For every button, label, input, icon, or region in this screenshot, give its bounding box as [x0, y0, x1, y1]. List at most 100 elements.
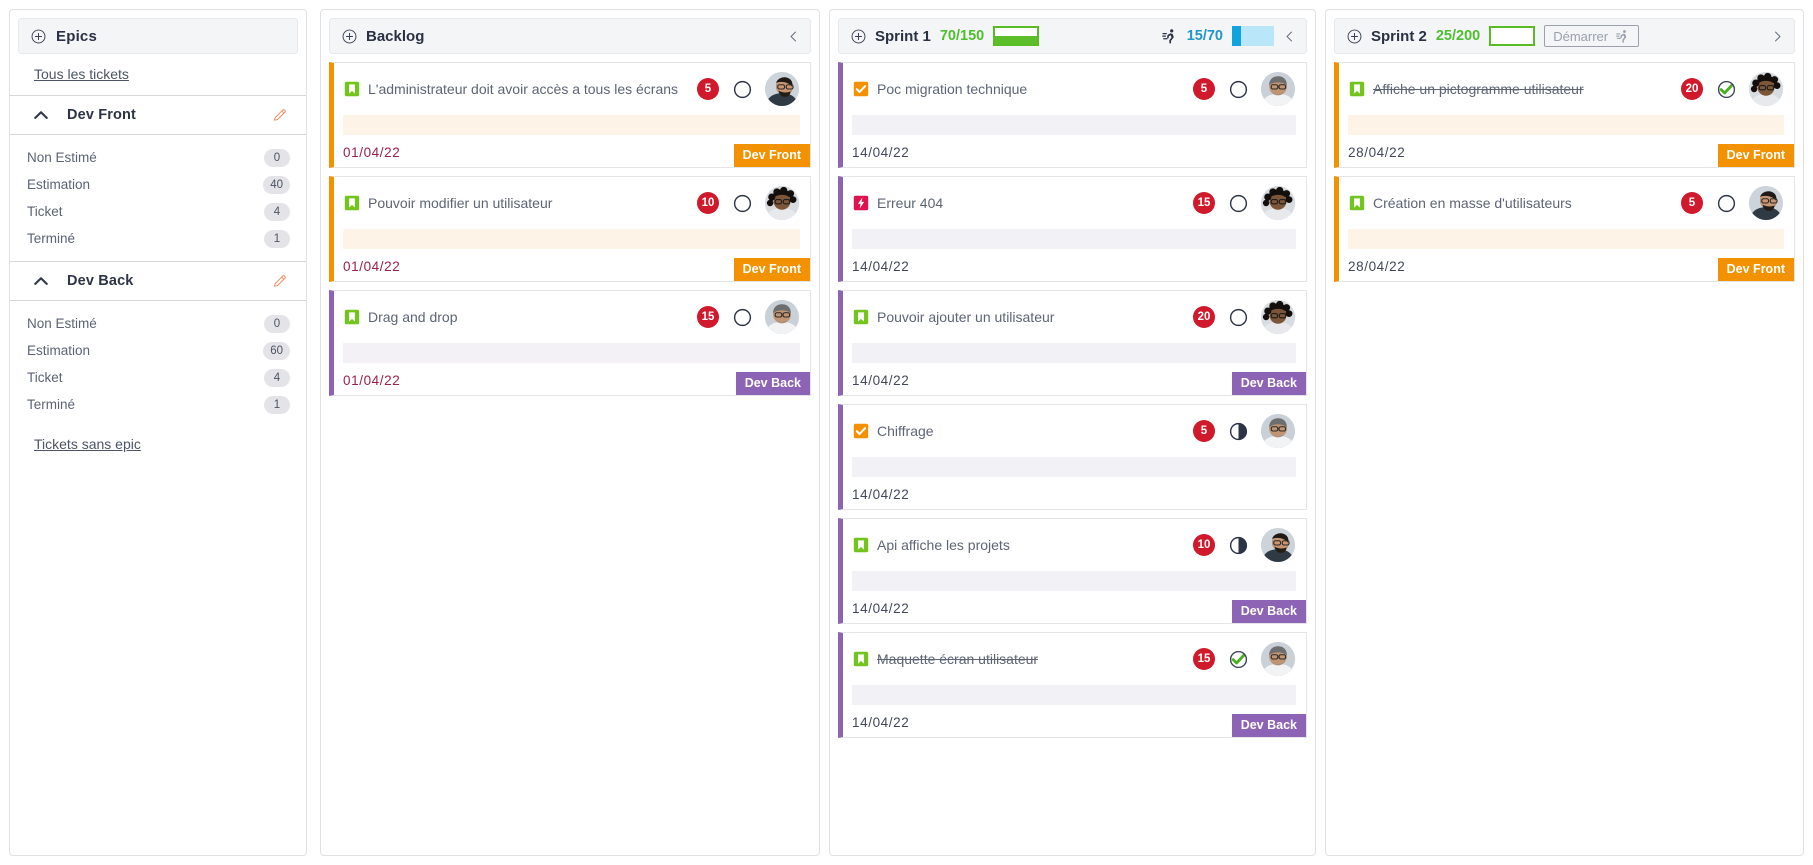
- circle-empty-icon[interactable]: [733, 80, 752, 99]
- ticket-progress-band: [852, 685, 1296, 705]
- column-sprint1: Sprint 1 70/150 15/70 Poc migration techn…: [829, 9, 1316, 856]
- epic-stat-row: Non Estimé 0: [10, 144, 306, 171]
- ticket-card[interactable]: Erreur 404 15 14/04/22: [838, 176, 1307, 282]
- avatar[interactable]: [1261, 186, 1295, 220]
- chevron-up-icon[interactable]: [32, 272, 50, 290]
- epic-header-dev-back[interactable]: Dev Back: [10, 262, 306, 300]
- ticket-card[interactable]: Chiffrage 5 14/04/22: [838, 404, 1307, 510]
- avatar[interactable]: [1261, 642, 1295, 676]
- circle-empty-icon[interactable]: [733, 308, 752, 327]
- chevron-left-icon[interactable]: [787, 30, 800, 43]
- estimate-badge[interactable]: 20: [1681, 78, 1703, 100]
- ticket-card[interactable]: Création en masse d'utilisateurs 5 28/04…: [1334, 176, 1795, 282]
- column-body[interactable]: L'administrateur doit avoir accès a tous…: [321, 54, 819, 855]
- all-tickets-link[interactable]: Tous les tickets: [34, 66, 129, 82]
- avatar[interactable]: [765, 300, 799, 334]
- estimate-badge[interactable]: 10: [1193, 534, 1215, 556]
- ticket-card[interactable]: Drag and drop 15 01/04/22 Dev Back: [329, 290, 811, 396]
- estimate-badge[interactable]: 15: [697, 306, 719, 328]
- ticket-progress-band: [1348, 229, 1784, 249]
- epic-tag[interactable]: Dev Back: [735, 372, 810, 395]
- ticket-title: Drag and drop: [368, 309, 458, 325]
- plus-circle-icon[interactable]: [851, 29, 866, 44]
- epic-tag[interactable]: Dev Front: [1717, 258, 1794, 281]
- epic-stat-row: Ticket 4: [10, 364, 306, 391]
- circle-empty-icon[interactable]: [1229, 308, 1248, 327]
- ticket-card[interactable]: L'administrateur doit avoir accès a tous…: [329, 62, 811, 168]
- circle-empty-icon[interactable]: [733, 194, 752, 213]
- avatar[interactable]: [765, 72, 799, 106]
- ticket-card[interactable]: Pouvoir ajouter un utilisateur 20 14/04/…: [838, 290, 1307, 396]
- plus-circle-icon[interactable]: [1347, 29, 1362, 44]
- estimate-badge[interactable]: 15: [1193, 648, 1215, 670]
- estimate-badge[interactable]: 10: [697, 192, 719, 214]
- epic-stat-row: Non Estimé 0: [10, 310, 306, 337]
- pencil-icon[interactable]: [272, 107, 288, 123]
- epic-header-dev-front[interactable]: Dev Front: [10, 96, 306, 134]
- start-sprint-button[interactable]: Démarrer: [1544, 25, 1640, 47]
- pencil-icon[interactable]: [272, 273, 288, 289]
- ticket-card[interactable]: Pouvoir modifier un utilisateur 10 01/04…: [329, 176, 811, 282]
- estimate-badge[interactable]: 5: [1193, 420, 1215, 442]
- ticket-card[interactable]: Affiche un pictogramme utilisateur 20 28…: [1334, 62, 1795, 168]
- epic-group: Dev Back Non Estimé 0 Estimation 60 Tick…: [10, 261, 306, 427]
- plus-circle-icon[interactable]: [342, 29, 357, 44]
- circle-empty-icon[interactable]: [1229, 80, 1248, 99]
- epic-stat-label: Estimation: [27, 343, 91, 358]
- ticket-date: 28/04/22: [1348, 145, 1406, 160]
- avatar[interactable]: [1749, 186, 1783, 220]
- epic-stat-label: Ticket: [27, 204, 63, 219]
- estimate-badge[interactable]: 15: [1193, 192, 1215, 214]
- epic-tag[interactable]: Dev Front: [733, 144, 810, 167]
- story-bookmark-icon: [344, 195, 360, 211]
- epic-stat-row: Estimation 60: [10, 337, 306, 364]
- epic-stat-value: 4: [264, 368, 290, 387]
- circle-empty-icon[interactable]: [1229, 194, 1248, 213]
- circle-check-icon[interactable]: [1717, 80, 1736, 99]
- epic-list: Dev Front Non Estimé 0 Estimation 4 0 Tic…: [10, 95, 306, 427]
- circle-check-icon[interactable]: [1229, 650, 1248, 669]
- avatar[interactable]: [1261, 300, 1295, 334]
- estimate-badge[interactable]: 5: [1193, 78, 1215, 100]
- card-list: L'administrateur doit avoir accès a tous…: [321, 62, 819, 404]
- ticket-title: Erreur 404: [877, 195, 944, 211]
- chevron-up-icon[interactable]: [32, 106, 50, 124]
- ticket-progress-band: [1348, 115, 1784, 135]
- ticket-date: 01/04/22: [343, 373, 401, 388]
- column-body[interactable]: Affiche un pictogramme utilisateur 20 28…: [1326, 54, 1803, 855]
- epic-tag[interactable]: Dev Front: [1717, 144, 1794, 167]
- avatar[interactable]: [1749, 72, 1783, 106]
- epic-stat-value: 0: [264, 148, 290, 167]
- epic-tag[interactable]: Dev Back: [1231, 372, 1306, 395]
- epic-tag[interactable]: Dev Front: [733, 258, 810, 281]
- ticket-title: Maquette écran utilisateur: [877, 651, 1039, 667]
- avatar[interactable]: [1261, 528, 1295, 562]
- avatar[interactable]: [1261, 414, 1295, 448]
- circle-half-icon[interactable]: [1229, 422, 1248, 441]
- ticket-title: Pouvoir modifier un utilisateur: [368, 195, 553, 211]
- ticket-card[interactable]: Poc migration technique 5 14/04/22: [838, 62, 1307, 168]
- ticket-card[interactable]: Api affiche les projets 10 14/04/22 Dev …: [838, 518, 1307, 624]
- ticket-card-header: Pouvoir modifier un utilisateur 10: [334, 177, 810, 229]
- epic-tag[interactable]: Dev Back: [1231, 714, 1306, 737]
- ticket-card[interactable]: Maquette écran utilisateur 15 14/04/22 D…: [838, 632, 1307, 738]
- epic-tag[interactable]: Dev Back: [1231, 600, 1306, 623]
- avatar[interactable]: [1261, 72, 1295, 106]
- chevron-right-icon[interactable]: [1771, 30, 1784, 43]
- start-sprint-label: Démarrer: [1553, 28, 1609, 44]
- plus-circle-icon[interactable]: [31, 29, 46, 44]
- epic-stat-label: Terminé: [27, 231, 76, 246]
- circle-empty-icon[interactable]: [1717, 194, 1736, 213]
- epics-panel-header[interactable]: Epics: [18, 18, 298, 54]
- estimate-badge[interactable]: 20: [1193, 306, 1215, 328]
- estimate-badge[interactable]: 5: [697, 78, 719, 100]
- epics-sidebar: Epics Tous les tickets Dev Front Non Est…: [9, 9, 307, 856]
- avatar[interactable]: [765, 186, 799, 220]
- story-bookmark-icon: [344, 81, 360, 97]
- column-body[interactable]: Poc migration technique 5 14/04/22 Erreu…: [830, 54, 1315, 855]
- circle-half-icon[interactable]: [1229, 536, 1248, 555]
- tickets-without-epic-link[interactable]: Tickets sans epic: [34, 436, 141, 452]
- chevron-left-icon[interactable]: [1283, 30, 1296, 43]
- estimate-badge[interactable]: 5: [1681, 192, 1703, 214]
- column-header: Sprint 2 25/200 Démarrer: [1334, 18, 1795, 54]
